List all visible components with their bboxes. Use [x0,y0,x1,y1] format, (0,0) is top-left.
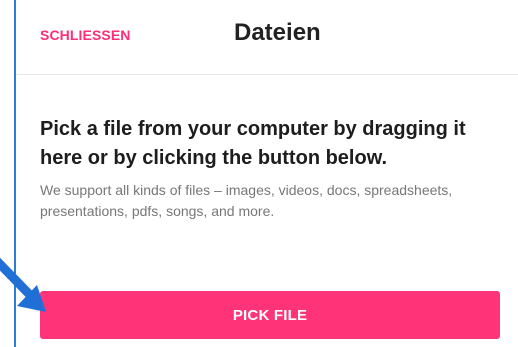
page-title: Dateien [234,19,321,46]
supported-files-description: We support all kinds of files – images, … [40,182,453,219]
header: SCHLIESSEN Dateien [16,0,518,75]
pick-file-button[interactable]: PICK FILE [40,291,500,339]
instruction-heading: Pick a file from your computer by draggi… [40,118,466,169]
close-button[interactable]: SCHLIESSEN [40,27,130,43]
content: Pick a file from your computer by draggi… [40,115,490,222]
file-picker-panel: SCHLIESSEN Dateien Pick a file from your… [14,0,518,347]
